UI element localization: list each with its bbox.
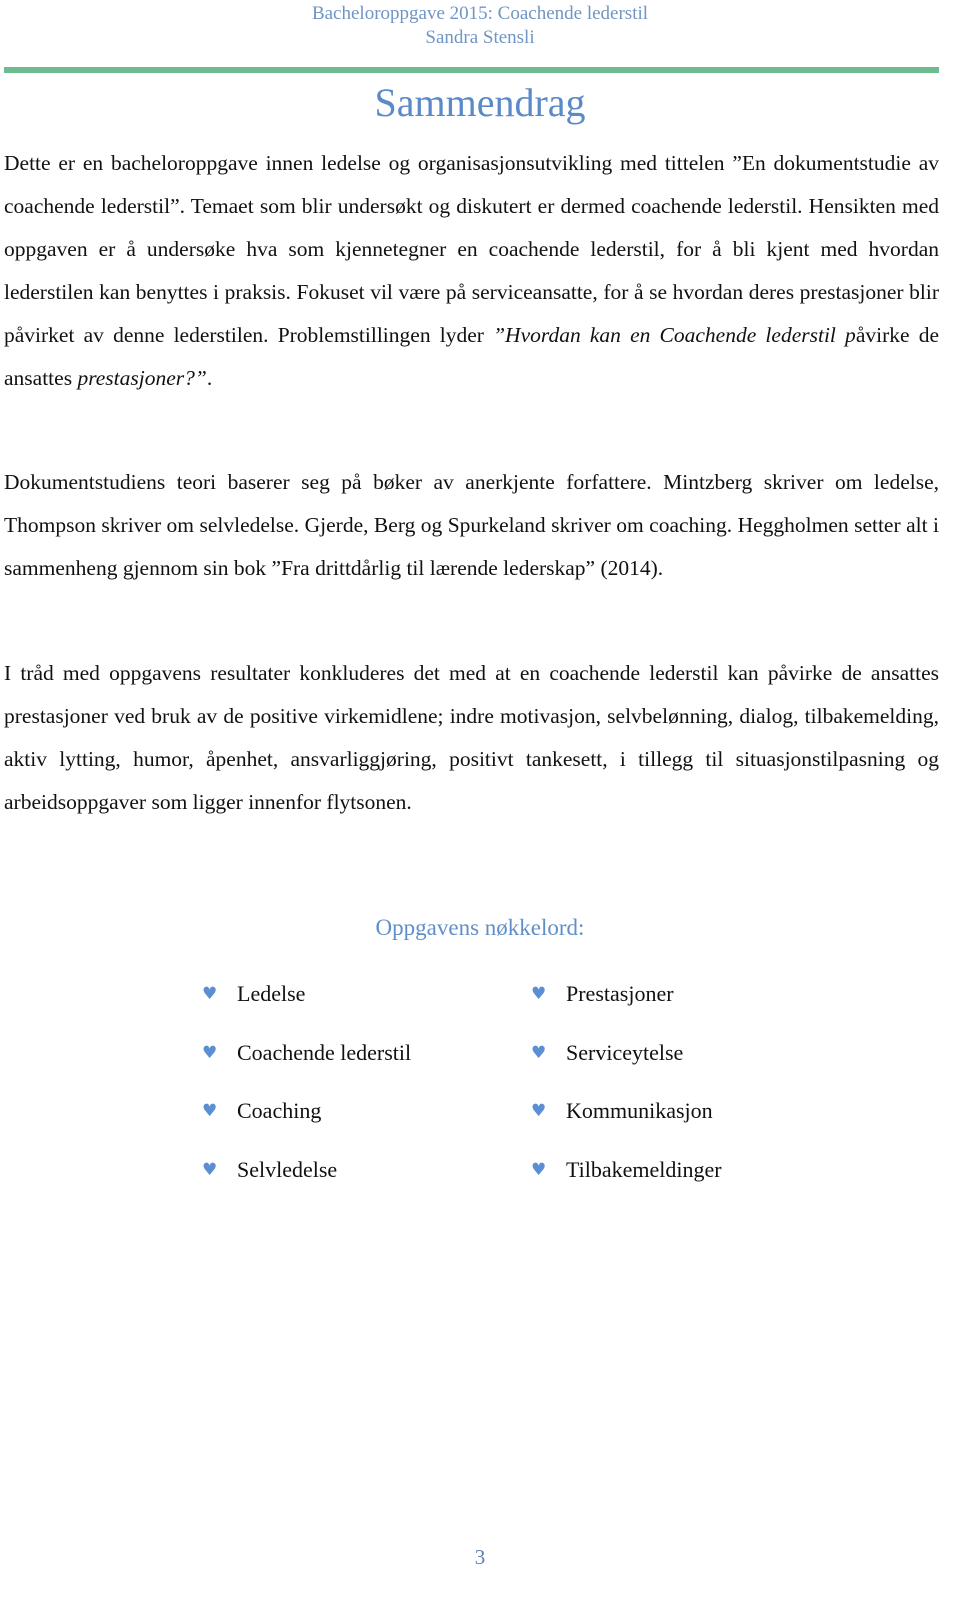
keyword-label: Serviceytelse xyxy=(566,1039,684,1065)
keyword-item: ♥ Kommunikasjon xyxy=(531,1089,722,1148)
problem-period: . xyxy=(206,366,213,390)
keyword-item: ♥ Selvledelse xyxy=(202,1148,411,1207)
heart-icon: ♥ xyxy=(531,1160,547,1181)
keyword-label: Coachende lederstil xyxy=(237,1039,412,1065)
keyword-item: ♥ Tilbakemeldinger xyxy=(531,1148,722,1207)
keyword-label: Ledelse xyxy=(237,981,306,1006)
running-header: Bacheloroppgave 2015: Coachende ledersti… xyxy=(0,2,960,50)
intro-text: Dette er en bacheloroppgave innen ledels… xyxy=(4,151,939,347)
paragraph-intro: Dette er en bacheloroppgave innen ledels… xyxy=(4,142,939,400)
header-title: Bacheloroppgave 2015: Coachende ledersti… xyxy=(311,3,649,24)
keyword-item: ♥ Coaching xyxy=(202,1089,411,1148)
keyword-item: ♥ Ledelse xyxy=(202,972,411,1031)
keyword-item: ♥ Prestasjoner xyxy=(531,972,722,1031)
heart-icon: ♥ xyxy=(202,1101,218,1122)
heart-icon: ♥ xyxy=(202,1160,218,1181)
keywords-heading: Oppgavens nøkkelord: xyxy=(375,915,585,940)
keywords-list-left: ♥ Ledelse ♥ Coachende lederstil ♥ Coaching … xyxy=(202,972,411,1207)
keyword-label: Prestasjoner xyxy=(566,981,674,1006)
problem-question-end: prestasjoner?” xyxy=(77,366,207,390)
heart-icon: ♥ xyxy=(531,984,547,1004)
header-divider xyxy=(4,67,939,73)
heart-icon: ♥ xyxy=(531,1042,547,1063)
keyword-item: ♥ Serviceytelse xyxy=(531,1031,722,1090)
page-title: Sammendrag xyxy=(374,80,586,125)
keyword-label: Tilbakemeldinger xyxy=(566,1157,722,1183)
heart-icon: ♥ xyxy=(531,1101,547,1122)
paragraph-theory: Dokumentstudiens teori baserer seg på bø… xyxy=(4,470,939,580)
page-number: 3 xyxy=(474,1545,486,1569)
paragraph-conclusion: I tråd med oppgavens resultater konklude… xyxy=(4,661,939,814)
keyword-label: Kommunikasjon xyxy=(566,1098,713,1124)
heart-icon: ♥ xyxy=(202,1042,218,1063)
keywords-list-right: ♥ Prestasjoner ♥ Serviceytelse ♥ Kommunikas… xyxy=(531,972,722,1207)
keyword-label: Selvledelse xyxy=(237,1157,338,1183)
problem-lead: Problemstillingen lyder xyxy=(277,323,494,347)
heart-icon: ♥ xyxy=(202,984,218,1004)
keyword-label: Coaching xyxy=(237,1098,322,1124)
keyword-item: ♥ Coachende lederstil xyxy=(202,1031,411,1090)
header-author: Sandra Stensli xyxy=(425,27,535,48)
problem-question-italic: ”Hvordan kan en Coachende lederstil p xyxy=(493,323,856,347)
